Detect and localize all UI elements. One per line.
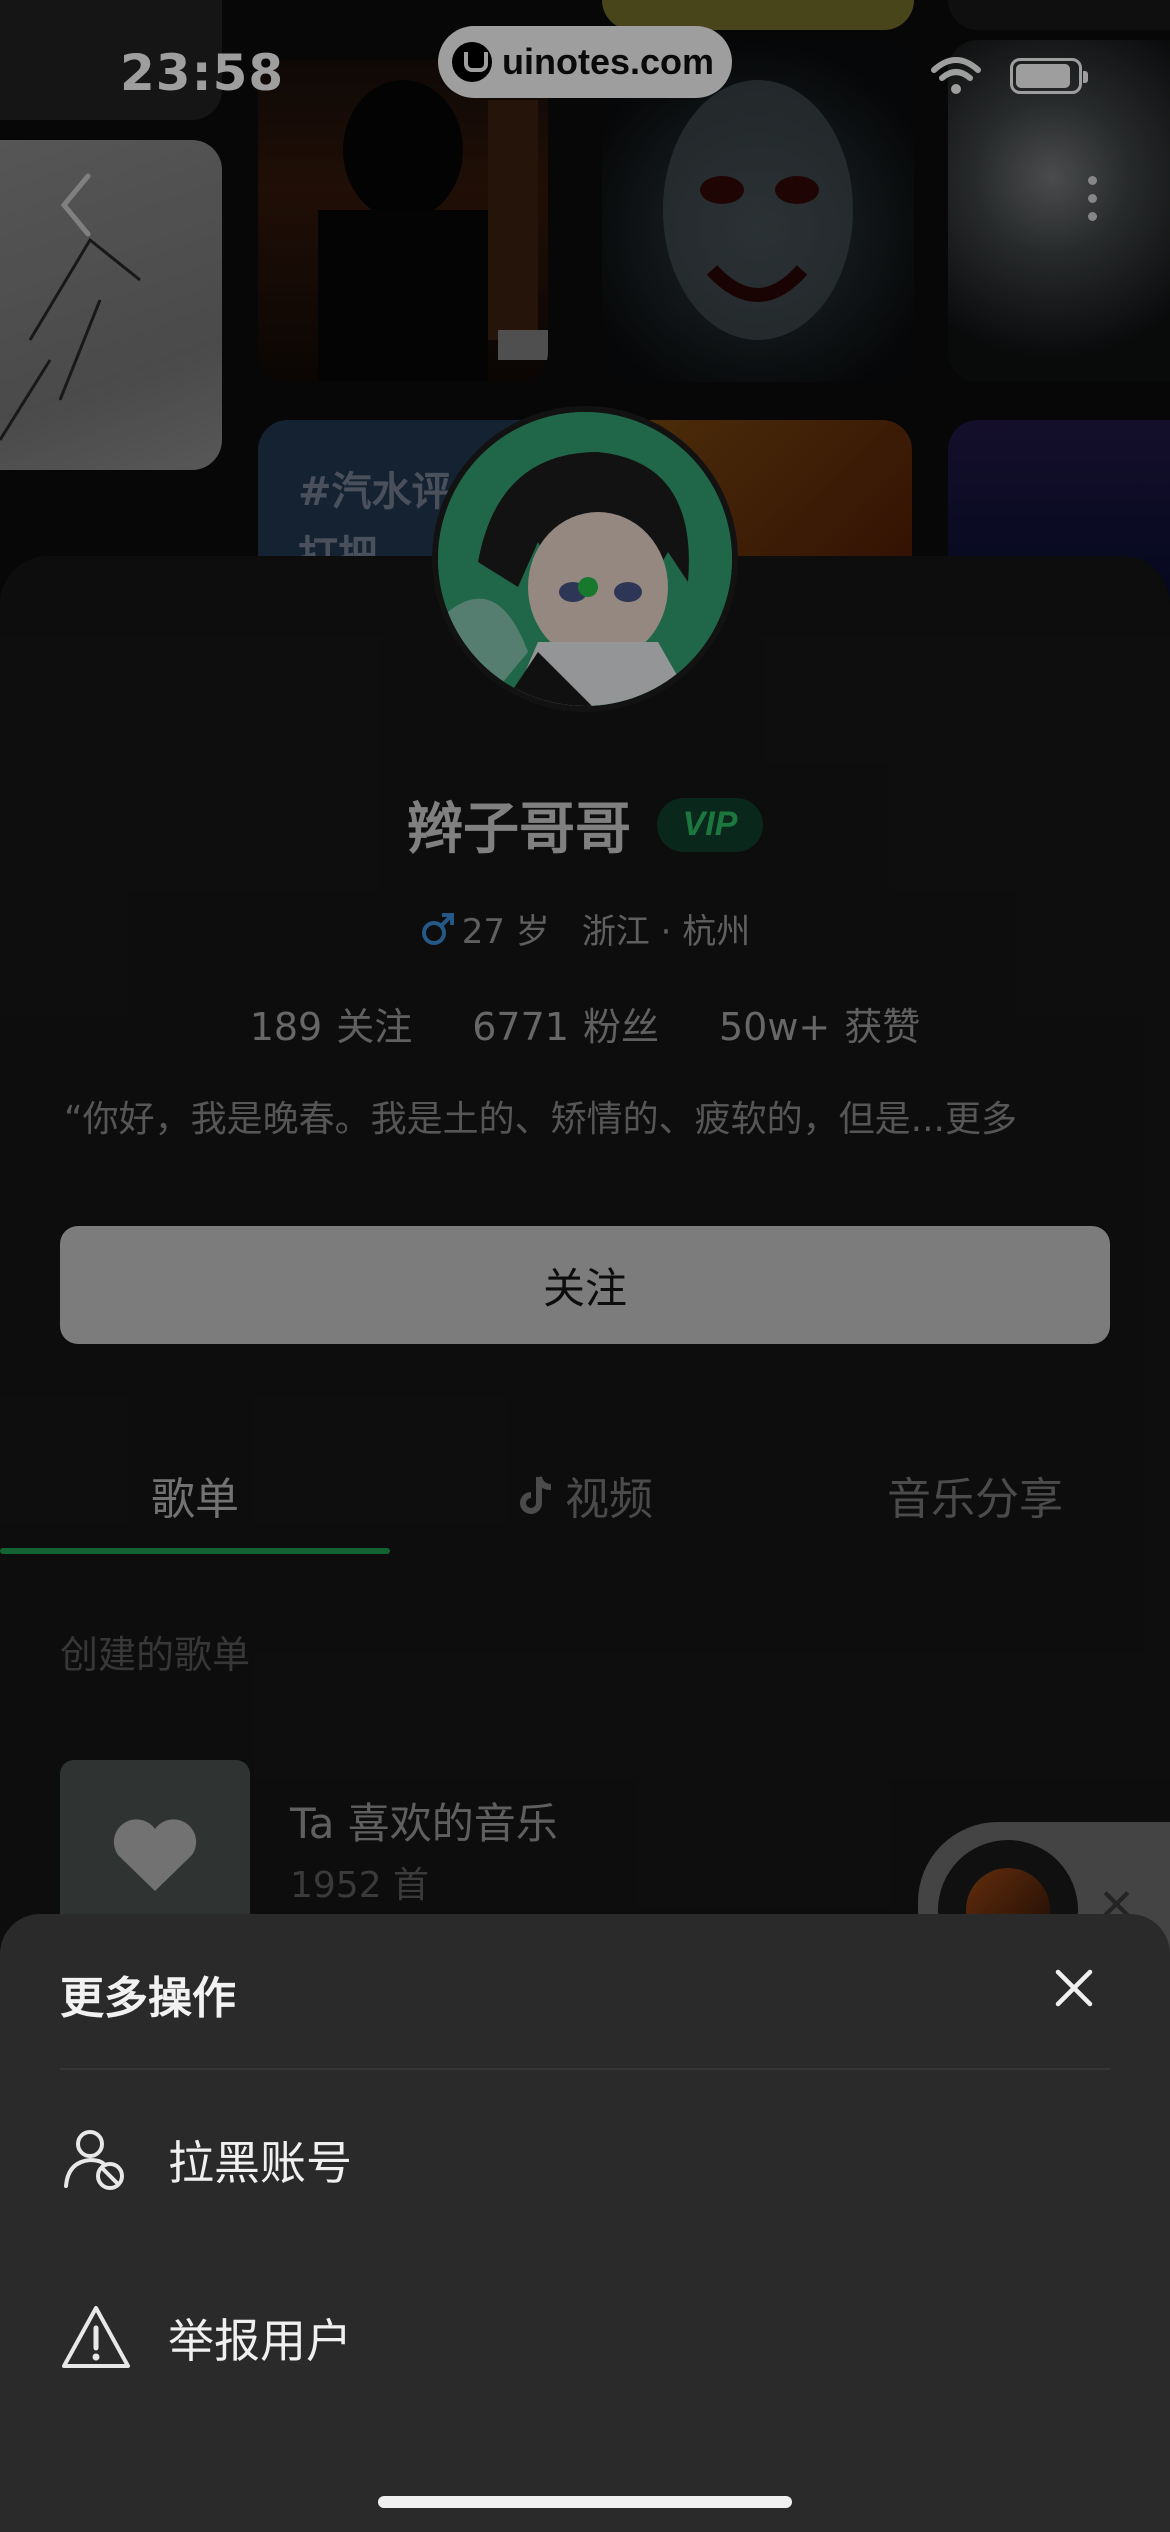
- close-icon[interactable]: [1050, 1964, 1098, 2012]
- report-user-label: 举报用户: [168, 2314, 352, 2368]
- warning-icon: [62, 2306, 130, 2368]
- report-user-item[interactable]: 举报用户: [60, 2288, 1110, 2388]
- sheet-title: 更多操作: [60, 1973, 236, 2024]
- home-indicator: [378, 2496, 792, 2508]
- sheet-divider: [60, 2068, 1110, 2070]
- more-actions-sheet: 更多操作 拉黑账号 举报用户: [0, 1914, 1170, 2532]
- block-account-item[interactable]: 拉黑账号: [60, 2110, 1110, 2210]
- block-account-label: 拉黑账号: [168, 2136, 352, 2190]
- screen: #汽水评 打把 23:58 uinotes.com: [0, 0, 1170, 2532]
- block-user-icon: [64, 2130, 124, 2190]
